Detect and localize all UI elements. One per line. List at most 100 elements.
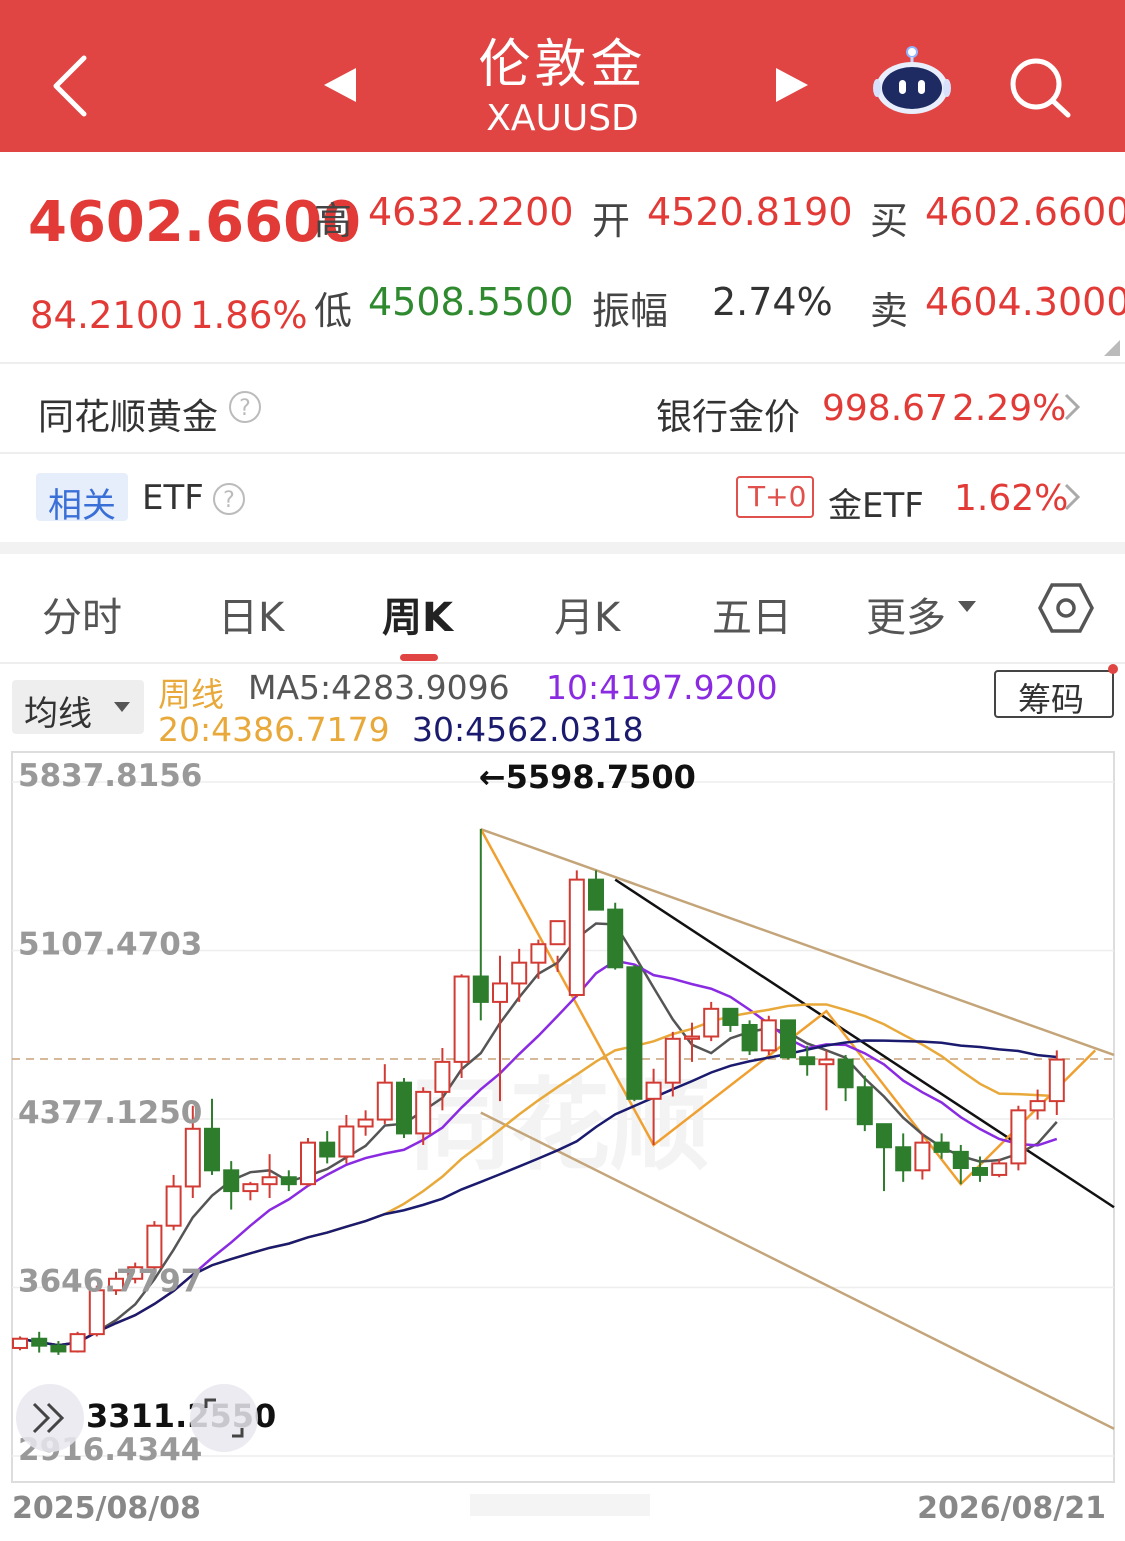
y-tick-label: 4377.1250: [18, 1095, 202, 1131]
candle-body: [991, 1162, 1008, 1176]
expand-corner-icon[interactable]: [1104, 340, 1120, 356]
related-tag-text: 相关: [48, 486, 116, 526]
svg-text:?: ?: [239, 396, 251, 421]
t0-badge-text: T+0: [748, 480, 807, 513]
etf-label: ETF: [142, 478, 204, 518]
candle-body: [165, 1185, 182, 1227]
dropdown-caret-icon[interactable]: [956, 598, 978, 614]
candle-body: [952, 1150, 969, 1170]
help-icon[interactable]: ?: [228, 390, 262, 424]
candle-body: [818, 1058, 835, 1066]
candle-body: [357, 1118, 374, 1128]
candle-body: [338, 1125, 355, 1158]
candle-body: [396, 1081, 412, 1135]
divider: [0, 452, 1125, 454]
buy-label: 买: [870, 199, 909, 243]
reset-zoom-button[interactable]: [190, 1384, 258, 1452]
tab-monthly-k[interactable]: 月K: [554, 585, 620, 643]
settings-hexagon-icon[interactable]: [1038, 582, 1094, 634]
sell-value: 4604.3000: [925, 280, 1125, 324]
open-label: 开: [592, 199, 631, 243]
gold-etf-pct: 1.62%: [954, 478, 1069, 519]
candle-body: [204, 1127, 220, 1172]
bank-gold-pct: 2.29%: [952, 388, 1067, 429]
candle-body: [760, 1019, 777, 1052]
candle-body: [1029, 1100, 1046, 1112]
candle-body: [530, 943, 547, 964]
x-axis-end-date: 2026/08/21: [917, 1491, 1106, 1526]
tab-five-day[interactable]: 五日: [712, 585, 792, 643]
candle-body: [549, 920, 566, 946]
low-value: 4508.5500: [368, 280, 574, 324]
candle-body: [69, 1333, 86, 1353]
candle-body: [626, 966, 643, 1100]
buy-value: 4602.6600: [925, 190, 1125, 234]
candle-body: [933, 1141, 950, 1153]
candle-body: [1048, 1058, 1065, 1103]
price-change: 84.2100: [30, 294, 184, 337]
max-price-annotation: ←5598.7500: [479, 758, 696, 796]
tab-daily-k[interactable]: 日K: [218, 585, 284, 643]
candle-body: [280, 1176, 297, 1186]
kline-chart[interactable]: 同花顺 5837.81565107.47034377.12503646.7797…: [0, 660, 1125, 1541]
candle-body: [684, 1035, 700, 1040]
candle-body: [223, 1169, 240, 1193]
expand-sidebar-button[interactable]: [16, 1384, 84, 1452]
next-triangle-icon[interactable]: [774, 66, 810, 104]
x-axis-start-date: 2025/08/08: [12, 1491, 201, 1526]
divider: [0, 362, 1125, 364]
help-icon[interactable]: ?: [212, 482, 246, 516]
candle-body: [146, 1224, 163, 1269]
candle-body: [588, 878, 604, 911]
candle-body: [741, 1023, 758, 1052]
candle-body: [50, 1344, 67, 1353]
high-value: 4632.2200: [368, 190, 574, 234]
instrument-code: XAUUSD: [486, 98, 639, 139]
bank-gold-label[interactable]: 银行金价: [656, 388, 800, 440]
section-gap: [0, 542, 1125, 554]
svg-text:?: ?: [223, 488, 235, 513]
candle-body: [31, 1337, 48, 1347]
tab-intraday[interactable]: 分时: [42, 585, 122, 643]
tab-weekly-k[interactable]: 周K: [382, 585, 453, 643]
candle-body: [799, 1056, 816, 1066]
candle-body: [876, 1123, 892, 1149]
last-price: 4602.6600: [28, 190, 361, 255]
candle-body: [453, 975, 470, 1063]
candle-body: [837, 1058, 854, 1089]
candle-body: [856, 1086, 873, 1126]
bank-gold-value: 998.67: [822, 388, 948, 429]
gold-etf-label[interactable]: 金ETF: [828, 478, 924, 527]
candle-body: [780, 1019, 796, 1059]
candle-body: [914, 1141, 931, 1172]
tab-more[interactable]: 更多: [866, 585, 946, 643]
high-label: 高: [314, 199, 353, 243]
chevron-right-icon[interactable]: [1062, 392, 1082, 422]
amplitude-value: 2.74%: [712, 280, 833, 324]
candle-body: [12, 1337, 28, 1349]
open-value: 4520.8190: [647, 190, 853, 234]
low-label: 低: [314, 289, 353, 333]
handle-bar: [470, 1494, 650, 1516]
chevron-right-icon[interactable]: [1062, 482, 1082, 512]
y-tick-label: 5107.4703: [18, 927, 202, 963]
candle-body: [434, 1060, 451, 1093]
candle-body: [242, 1183, 259, 1193]
candle-body: [472, 975, 489, 1003]
y-tick-label: 5837.8156: [18, 758, 202, 794]
sell-label: 卖: [870, 289, 909, 333]
candle-body: [184, 1127, 201, 1188]
candle-body: [645, 1081, 662, 1100]
candle-body: [722, 1007, 739, 1026]
candle-body: [261, 1176, 278, 1186]
y-tick-label: 3646.7797: [18, 1264, 202, 1300]
candle-body: [895, 1146, 912, 1172]
candle-body: [607, 908, 624, 969]
candle-body: [511, 961, 528, 985]
robot-assistant-icon[interactable]: [872, 44, 952, 116]
candle-body: [664, 1037, 681, 1084]
search-icon[interactable]: [1008, 56, 1074, 120]
top-bar: 伦敦金 XAUUSD: [0, 0, 1125, 152]
amplitude-label: 振幅: [592, 289, 669, 333]
ths-gold-label[interactable]: 同花顺黄金: [38, 388, 218, 440]
